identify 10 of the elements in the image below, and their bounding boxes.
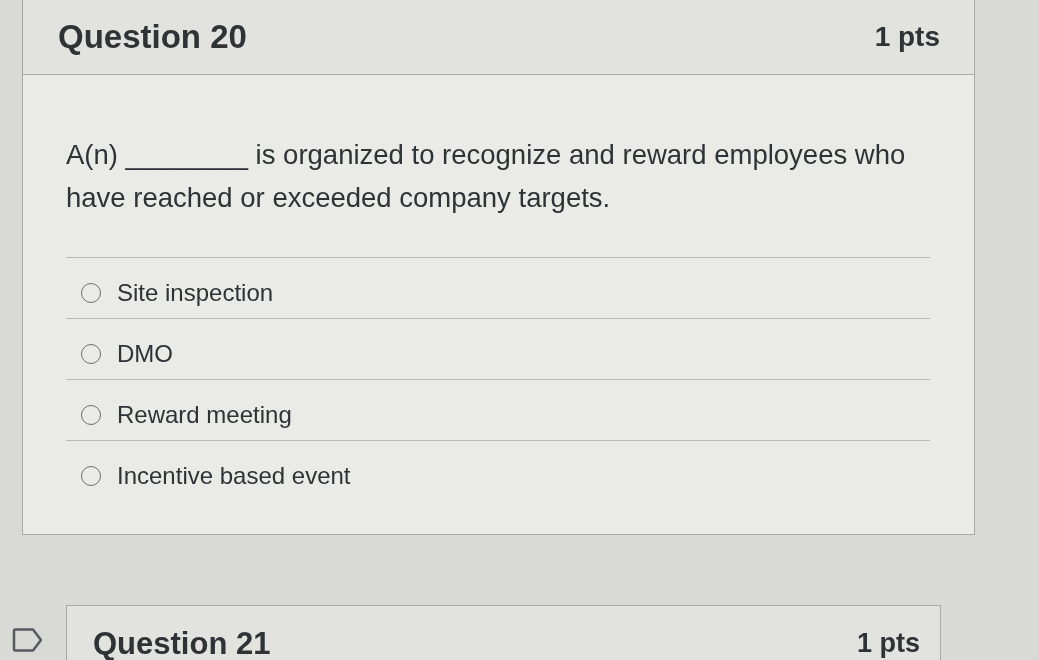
option-label: Incentive based event [117,462,351,490]
flag-icon[interactable] [12,628,43,652]
option-label: Site inspection [117,279,274,307]
option-label: Reward meeting [117,401,292,429]
points-label: 1 pts [874,21,940,53]
points-label: 1 pts [856,630,920,657]
question-title: Question 21 [93,628,271,659]
option-label: DMO [117,340,173,368]
question-text: A(n) ________ is organized to recognize and reward employees who have reached or exceeded company targets. [66,138,907,215]
question-title: Question 20 [58,18,247,56]
